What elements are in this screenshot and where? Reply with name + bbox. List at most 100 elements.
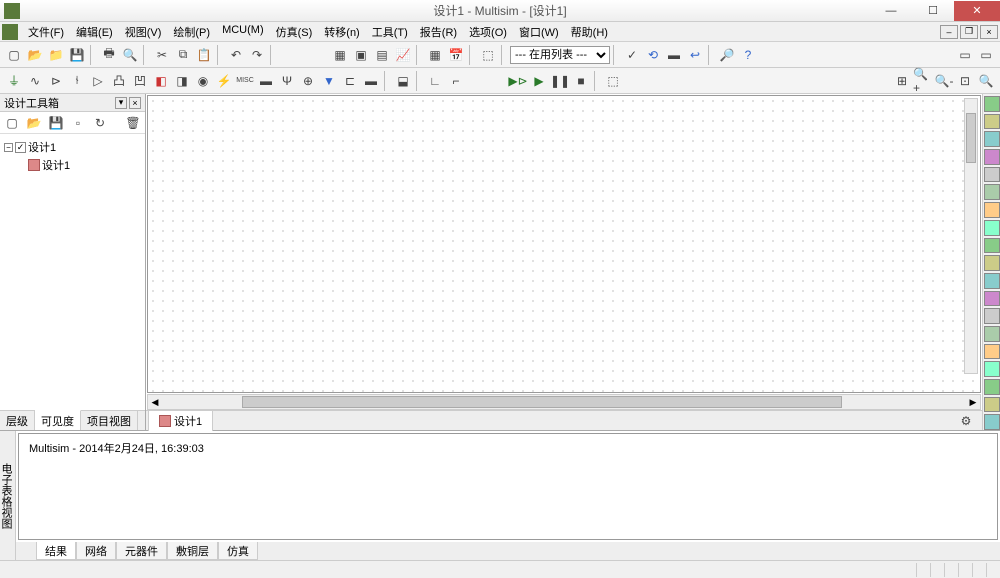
undo-icon[interactable]: ↶	[226, 45, 246, 65]
side-save-icon[interactable]: 💾	[46, 113, 66, 133]
grid-icon[interactable]: ▦	[330, 45, 350, 65]
instrument-xwm[interactable]	[984, 184, 1000, 200]
interactive-icon[interactable]: ⬚	[603, 71, 623, 91]
indicator-icon[interactable]: ◉	[193, 71, 213, 91]
checkbox-icon[interactable]: ✓	[15, 142, 26, 153]
menu-编辑E[interactable]: 编辑(E)	[70, 22, 119, 42]
instrument-xfc[interactable]	[984, 167, 1000, 183]
analog-icon[interactable]: ▷	[88, 71, 108, 91]
back-annotate-icon[interactable]: ↩	[685, 45, 705, 65]
instrument-xmm[interactable]	[984, 96, 1000, 112]
scroll-left-icon[interactable]: ◀	[148, 397, 162, 408]
instrument-asc[interactable]	[984, 344, 1000, 360]
advanced-icon[interactable]: ▬	[256, 71, 276, 91]
collapse-icon[interactable]: −	[4, 143, 13, 152]
breadboard-icon[interactable]: ▬	[664, 45, 684, 65]
side-close-icon[interactable]: ▫	[68, 113, 88, 133]
side-refresh-icon[interactable]: ↻	[90, 113, 110, 133]
ni-icon[interactable]: ▼	[319, 71, 339, 91]
bottom-tab-3[interactable]: 敷铜层	[167, 542, 218, 560]
instrument-xlc[interactable]	[984, 255, 1000, 271]
title-block-icon[interactable]: ▤	[372, 45, 392, 65]
mdi-restore-button[interactable]: ❐	[960, 25, 978, 39]
menu-MCUM[interactable]: MCU(M)	[216, 22, 270, 42]
resistor-icon[interactable]: ∿	[25, 71, 45, 91]
sidebar-close-icon[interactable]: ×	[129, 97, 141, 109]
mixed-icon[interactable]: ◨	[172, 71, 192, 91]
open-icon[interactable]: 📂	[25, 45, 45, 65]
instrument-xva[interactable]	[984, 291, 1000, 307]
cut-icon[interactable]: ✂	[152, 45, 172, 65]
transfer-icon[interactable]: ⟲	[643, 45, 663, 65]
bottom-tab-2[interactable]: 元器件	[116, 542, 167, 560]
mcu-icon[interactable]: ▬	[361, 71, 381, 91]
zoom-tool2-icon[interactable]: ▭	[976, 45, 996, 65]
rf-icon[interactable]: Ψ	[277, 71, 297, 91]
side-new-icon[interactable]: ▢	[2, 113, 22, 133]
sidebar-pin-icon[interactable]: ▾	[115, 97, 127, 109]
menu-文件F[interactable]: 文件(F)	[22, 22, 70, 42]
maximize-button[interactable]: ☐	[912, 1, 954, 21]
ground-icon[interactable]: ⏚	[4, 71, 24, 91]
instrument-mv[interactable]	[984, 414, 1000, 430]
calendar-icon[interactable]: 📅	[446, 45, 466, 65]
instrument-xfg[interactable]	[984, 114, 1000, 130]
diode-icon[interactable]: ⊳	[46, 71, 66, 91]
sidebar-tab-1[interactable]: 可见度	[35, 410, 81, 430]
help-icon[interactable]: ?	[738, 45, 758, 65]
menu-工具T[interactable]: 工具(T)	[366, 22, 414, 42]
spreadsheet-icon[interactable]: ▦	[425, 45, 445, 65]
run-icon[interactable]: ▶⊳	[508, 71, 528, 91]
border-icon[interactable]: ▣	[351, 45, 371, 65]
electromech-icon[interactable]: ⊕	[298, 71, 318, 91]
redo-icon[interactable]: ↷	[247, 45, 267, 65]
new-icon[interactable]: ▢	[4, 45, 24, 65]
menu-报告R[interactable]: 报告(R)	[414, 22, 463, 42]
sidebar-tab-0[interactable]: 层级	[0, 411, 35, 430]
ttl-icon[interactable]: 凸	[109, 71, 129, 91]
design-tree[interactable]: − ✓ 设计1 设计1	[0, 134, 145, 410]
instrument-lv2[interactable]	[984, 397, 1000, 413]
menu-仿真S[interactable]: 仿真(S)	[270, 22, 319, 42]
connector-icon[interactable]: ⊏	[340, 71, 360, 91]
instrument-xsc[interactable]	[984, 131, 1000, 147]
zoom-in-icon[interactable]: 🔍+	[913, 71, 933, 91]
copy-icon[interactable]: ⧉	[173, 45, 193, 65]
sidebar-tab-2[interactable]: 项目视图	[81, 411, 138, 430]
cmos-icon[interactable]: 凹	[130, 71, 150, 91]
save-icon[interactable]: 💾	[67, 45, 87, 65]
stop-icon[interactable]: ■	[571, 71, 591, 91]
instrument-xbp[interactable]	[984, 149, 1000, 165]
document-tab[interactable]: 设计1	[148, 410, 213, 431]
junction-icon[interactable]: ⌐	[446, 71, 466, 91]
inuse-list-dropdown[interactable]: --- 在用列表 ---	[510, 46, 610, 64]
pause-icon[interactable]: ❚❚	[550, 71, 570, 91]
open-sample-icon[interactable]: 📁	[46, 45, 66, 65]
menu-帮助H[interactable]: 帮助(H)	[565, 22, 614, 42]
mdi-minimize-button[interactable]: –	[940, 25, 958, 39]
scroll-right-icon[interactable]: ▶	[966, 397, 980, 408]
instrument-xda[interactable]	[984, 202, 1000, 218]
tree-root-node[interactable]: − ✓ 设计1	[4, 138, 141, 156]
play-icon[interactable]: ▶	[529, 71, 549, 91]
vertical-scrollbar[interactable]	[964, 98, 978, 374]
bottom-tab-0[interactable]: 结果	[36, 542, 76, 560]
menu-窗口W[interactable]: 窗口(W)	[513, 22, 565, 42]
instrument-xiv[interactable]	[984, 273, 1000, 289]
misc-icon[interactable]: MISC	[235, 71, 255, 91]
close-button[interactable]: ✕	[954, 1, 1000, 21]
side-open-icon[interactable]: 📂	[24, 113, 44, 133]
instrument-xdg[interactable]	[984, 220, 1000, 236]
menu-绘制P[interactable]: 绘制(P)	[167, 22, 216, 42]
side-trash-icon[interactable]: 🗑	[123, 113, 143, 133]
menu-选项O[interactable]: 选项(O)	[463, 22, 513, 42]
minimize-button[interactable]: —	[870, 1, 912, 21]
transistor-icon[interactable]: ⫮	[67, 71, 87, 91]
instrument-tek[interactable]	[984, 361, 1000, 377]
horizontal-scrollbar[interactable]: ◀ ▶	[147, 394, 981, 410]
print-icon[interactable]: 🖶	[99, 45, 119, 65]
tab-options-icon[interactable]: ⚙	[956, 411, 976, 431]
instrument-xpw[interactable]	[984, 308, 1000, 324]
mdi-close-button[interactable]: ×	[980, 25, 998, 39]
power-icon[interactable]: ⚡	[214, 71, 234, 91]
